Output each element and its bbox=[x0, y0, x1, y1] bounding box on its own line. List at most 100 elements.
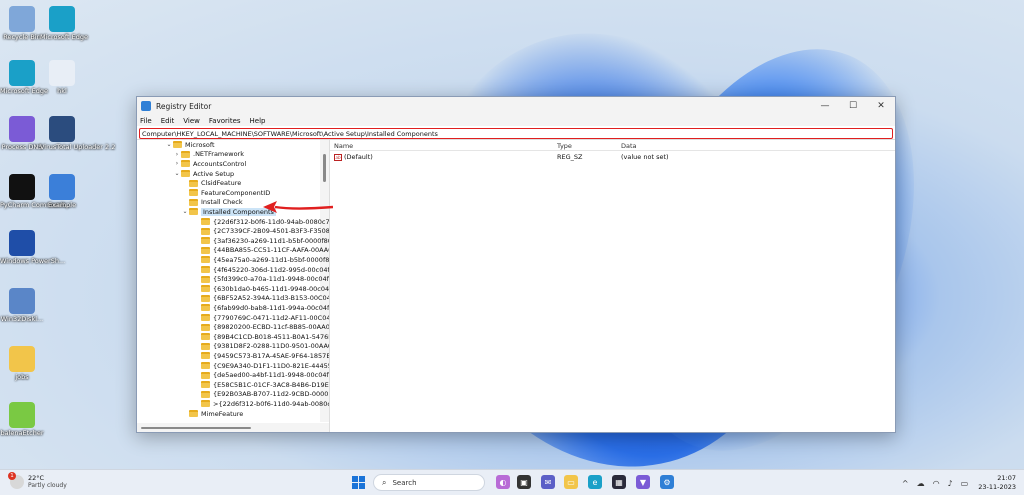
tree-node[interactable]: {45ea75a0-a269-11d1-b5bf-0000f80515 bbox=[193, 255, 329, 265]
tree-node[interactable]: {9459C573-B17A-45AE-9F64-1857B5D5 bbox=[193, 351, 329, 361]
tree-node[interactable]: {22d6f312-b0f6-11d0-94ab-0080c74c7e bbox=[193, 217, 329, 227]
copilot-icon[interactable]: ◐ bbox=[496, 475, 510, 489]
tree-node[interactable]: {E92B03AB-B707-11d2-9CBD-0000F87A bbox=[193, 390, 329, 400]
tree-node[interactable]: {2C7339CF-2B09-4501-B3F3-F3508C92 bbox=[193, 226, 329, 236]
battery-icon[interactable]: ▭ bbox=[961, 479, 969, 488]
folder-icon bbox=[201, 218, 210, 226]
tree-node[interactable]: {9381D8F2-0288-11D0-9501-00AA00B9 bbox=[193, 342, 329, 352]
desktop-icon[interactable]: balenaEtcher bbox=[0, 402, 44, 437]
tree-vertical-scroll-thumb[interactable] bbox=[323, 154, 326, 182]
network-icon[interactable]: ☁ bbox=[917, 479, 925, 488]
process-taskbar-icon[interactable]: ▼ bbox=[636, 475, 650, 489]
speaker-icon[interactable]: ♪ bbox=[948, 479, 953, 488]
menu-view[interactable]: View bbox=[183, 117, 200, 125]
tree-node[interactable]: ⌄ Installed Components bbox=[181, 207, 276, 217]
tree-node-label: .NETFramework bbox=[193, 150, 244, 159]
desktop-icon[interactable]: VirusTotal Uploader 2.2 bbox=[40, 116, 116, 151]
desktop-icon-label: balenaEtcher bbox=[0, 429, 44, 437]
clock[interactable]: 21:07 23-11-2023 bbox=[978, 474, 1016, 492]
tree-node[interactable]: FeatureComponentID bbox=[181, 188, 270, 198]
value-row[interactable]: ab (Default) REG_SZ (value not set) bbox=[330, 153, 895, 163]
chevron-right-icon[interactable]: › bbox=[173, 160, 181, 167]
folder-icon bbox=[201, 362, 210, 370]
start-button[interactable] bbox=[352, 476, 365, 489]
folder-icon bbox=[189, 198, 198, 206]
folder-icon bbox=[201, 314, 210, 322]
taskbar-search-box[interactable]: ⌕ Search bbox=[373, 474, 485, 491]
title-bar[interactable]: Registry Editor — ☐ ✕ bbox=[137, 97, 895, 115]
desktop-icon[interactable]: Windows PowerSh... bbox=[0, 230, 66, 265]
tree-node[interactable]: {6BF52A52-394A-11d3-B153-00C04F79 bbox=[193, 294, 329, 304]
tree-node-label: Active Setup bbox=[193, 169, 235, 178]
tree-node[interactable]: › .NETFramework bbox=[173, 150, 244, 160]
folder-icon bbox=[201, 227, 210, 235]
tree-node[interactable]: {89B4C1CD-B018-4511-B0A1-5476DBF bbox=[193, 332, 329, 342]
tree-node-label: {E92B03AB-B707-11d2-9CBD-0000F87A bbox=[213, 390, 329, 399]
minimize-button[interactable]: — bbox=[811, 97, 839, 115]
tree-node[interactable]: › AccountsControl bbox=[173, 159, 246, 169]
desktop-icon[interactable]: Process DNS bbox=[0, 116, 44, 151]
tree-node[interactable]: {6fab99d0-bab8-11d1-994a-00c04f98bb bbox=[193, 303, 329, 313]
tree-node[interactable]: >{22d6f312-b0f6-11d0-94ab-0080c74c7 bbox=[193, 399, 329, 409]
wifi-icon[interactable]: ◠ bbox=[933, 479, 940, 488]
tree-node[interactable]: ⌄ Active Setup bbox=[173, 169, 234, 179]
tree-node[interactable]: ⌄ Microsoft bbox=[165, 140, 214, 150]
chevron-down-icon[interactable]: ⌄ bbox=[181, 208, 189, 215]
desktop-icon[interactable]: hkl bbox=[40, 60, 84, 95]
tree-node[interactable]: {de5aed00-a4bf-11d1-9948-00c04f98b bbox=[193, 370, 329, 380]
desktop-icon[interactable]: Microsoft Edge bbox=[0, 60, 48, 95]
menu-help[interactable]: Help bbox=[250, 117, 266, 125]
folder-icon bbox=[181, 160, 190, 168]
desktop-icon[interactable]: Win32Diskl... bbox=[0, 288, 44, 323]
tree-node[interactable]: {630b1da0-b465-11d1-9948-00c04f98b bbox=[193, 284, 329, 294]
chevron-down-icon[interactable]: ⌄ bbox=[173, 170, 181, 177]
folder-icon bbox=[201, 237, 210, 245]
folder-icon bbox=[201, 246, 210, 254]
tree-node-label: {E58C5B1C-01CF-3AC8-B4B6-D19E2AC bbox=[213, 380, 330, 389]
tree-horizontal-scrollbar[interactable] bbox=[137, 423, 329, 432]
maximize-button[interactable]: ☐ bbox=[839, 97, 867, 115]
desktop-icon[interactable]: Microsoft Edge bbox=[40, 6, 88, 41]
menu-favorites[interactable]: Favorites bbox=[209, 117, 241, 125]
column-header-data[interactable]: Data bbox=[621, 142, 637, 150]
tree-node[interactable]: {E58C5B1C-01CF-3AC8-B4B6-D19E2AC bbox=[193, 380, 330, 390]
tree-node[interactable]: {3af36230-a269-11d1-b5bf-0000f80515 bbox=[193, 236, 329, 246]
chevron-right-icon[interactable]: › bbox=[173, 151, 181, 158]
tree-node[interactable]: {89820200-ECBD-11cf-8B85-00AA005B bbox=[193, 322, 329, 332]
recycle-bin-icon bbox=[9, 6, 35, 32]
desktop-icon[interactable]: jobs bbox=[0, 346, 44, 381]
tree-node[interactable]: {7790769C-0471-11d2-AF11-00C04FA3 bbox=[193, 313, 329, 323]
menu-file[interactable]: File bbox=[140, 117, 152, 125]
store-icon[interactable]: ▦ bbox=[612, 475, 626, 489]
menu-edit[interactable]: Edit bbox=[161, 117, 175, 125]
edge-taskbar-icon[interactable]: e bbox=[588, 475, 602, 489]
tree-node[interactable]: ClsidFeature bbox=[181, 178, 241, 188]
task-view-icon[interactable]: ▣ bbox=[517, 475, 531, 489]
desktop-icon-label: Windows PowerSh... bbox=[0, 257, 66, 265]
weather-widget[interactable]: 1 22°C Partly cloudy bbox=[8, 471, 67, 489]
desktop-icon[interactable]: Recycle Bin bbox=[0, 6, 44, 41]
desktop-icon[interactable]: PyCharm Communit... bbox=[0, 174, 71, 209]
tree-node[interactable]: Install Check bbox=[181, 198, 243, 208]
column-header-type[interactable]: Type bbox=[557, 142, 572, 150]
tree-node[interactable]: {4f645220-306d-11d2-995d-00c04f98bb bbox=[193, 265, 329, 275]
teams-chat-icon[interactable]: ✉ bbox=[541, 475, 555, 489]
registry-editor-taskbar-icon[interactable]: ⚙ bbox=[660, 475, 674, 489]
tree-node[interactable]: {C9E9A340-D1F1-11D0-821E-44455354 bbox=[193, 361, 329, 371]
chevron-down-icon[interactable]: ⌄ bbox=[165, 141, 173, 148]
file-explorer-icon[interactable]: ▭ bbox=[564, 475, 578, 489]
menu-bar: File Edit View Favorites Help bbox=[137, 115, 895, 126]
close-button[interactable]: ✕ bbox=[867, 97, 895, 115]
tree-node[interactable]: {44BBA855-CC51-11CF-AAFA-00AA00B bbox=[193, 246, 329, 256]
desktop-icon[interactable]: Example bbox=[40, 174, 84, 209]
chevron-up-icon[interactable]: ^ bbox=[902, 479, 909, 488]
tree-node[interactable]: MimeFeature bbox=[181, 409, 243, 419]
tree-horizontal-scroll-thumb[interactable] bbox=[141, 427, 251, 429]
column-header-name[interactable]: Name bbox=[334, 142, 353, 150]
desktop-icon-label: VirusTotal Uploader 2.2 bbox=[40, 143, 116, 151]
edge-icon bbox=[9, 60, 35, 86]
address-bar[interactable]: Computer\HKEY_LOCAL_MACHINE\SOFTWARE\Mic… bbox=[139, 128, 893, 139]
folder-icon bbox=[201, 381, 210, 389]
desktop-icon-label: Process DNS bbox=[1, 143, 43, 151]
tree-node[interactable]: {5fd399c0-a70a-11d1-9948-00c04f98bb bbox=[193, 274, 329, 284]
